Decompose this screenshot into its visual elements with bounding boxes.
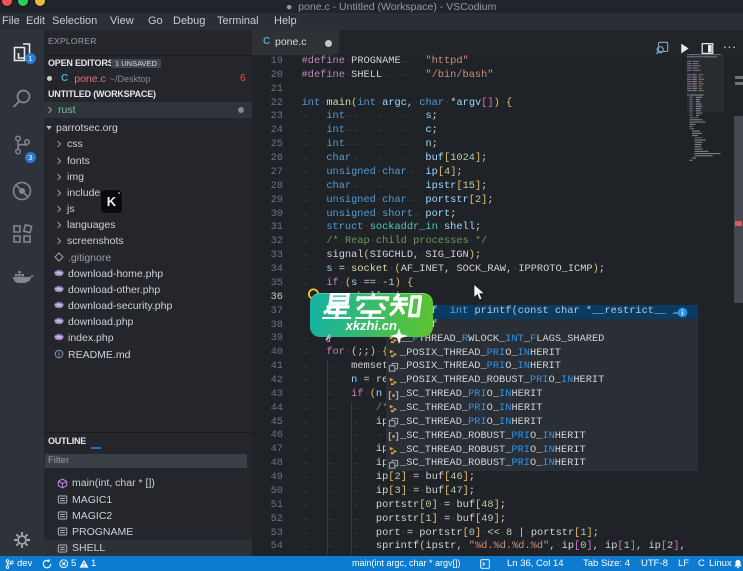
svg-text:php: php bbox=[56, 303, 64, 308]
svg-text:php: php bbox=[56, 335, 64, 340]
svg-text:php: php bbox=[56, 287, 64, 292]
svg-text:php: php bbox=[56, 270, 64, 275]
svg-text:php: php bbox=[56, 319, 64, 324]
